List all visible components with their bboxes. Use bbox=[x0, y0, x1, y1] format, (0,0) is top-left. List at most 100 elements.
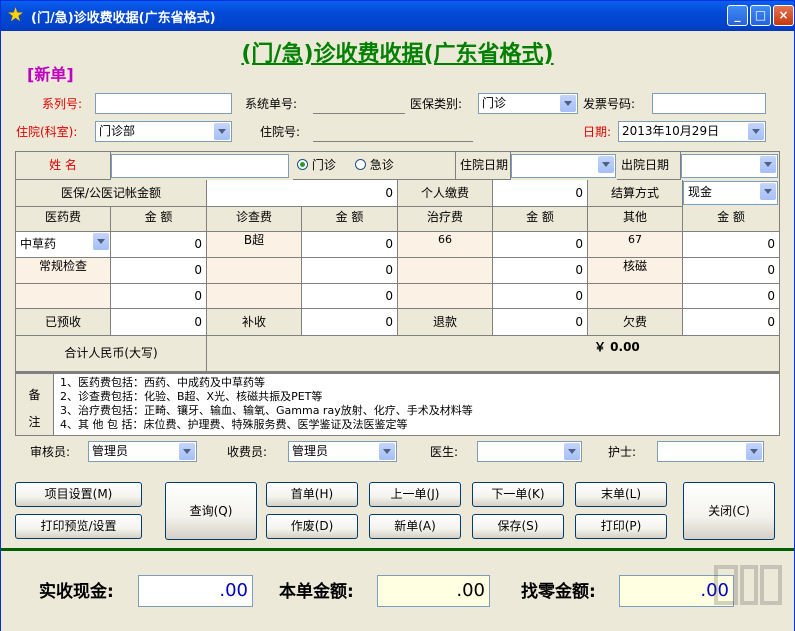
maximize-button[interactable]: □ bbox=[750, 5, 771, 26]
date-picker[interactable]: 2013年10月29日 bbox=[618, 121, 766, 142]
fee-item-cell[interactable] bbox=[16, 284, 111, 309]
chevron-down-icon[interactable] bbox=[564, 443, 580, 460]
amount-label: 本单金额: bbox=[279, 582, 354, 602]
radio-outpatient[interactable] bbox=[297, 159, 308, 170]
col-header-amount: 金 额 bbox=[111, 207, 207, 232]
prepaid-value[interactable]: 0 bbox=[111, 309, 207, 336]
chevron-down-icon[interactable] bbox=[760, 156, 776, 173]
save-button[interactable]: 保存(S) bbox=[472, 514, 564, 539]
chevron-down-icon[interactable] bbox=[214, 123, 230, 140]
fee-item-cell[interactable]: 核磁 bbox=[588, 258, 683, 284]
fee-amount-cell[interactable]: 0 bbox=[302, 284, 398, 309]
chevron-down-icon[interactable] bbox=[746, 443, 762, 460]
fee-amount-cell[interactable]: 0 bbox=[302, 232, 398, 258]
fee-item-cell[interactable]: 67 bbox=[588, 232, 683, 258]
fee-amount-cell[interactable]: 0 bbox=[111, 258, 207, 284]
auditor-value: 管理员 bbox=[92, 444, 129, 458]
fee-item-cell[interactable] bbox=[207, 258, 302, 284]
owed-label: 欠费 bbox=[588, 309, 683, 336]
dept-select[interactable]: 门诊部 bbox=[95, 121, 232, 142]
fee-amount-cell[interactable]: 0 bbox=[683, 258, 780, 284]
cashier-select[interactable]: 管理员 bbox=[288, 441, 397, 462]
cash-label: 实收现金: bbox=[39, 582, 114, 602]
print-button[interactable]: 打印(P) bbox=[575, 514, 667, 539]
void-button[interactable]: 作废(D) bbox=[266, 514, 358, 539]
radio-dot bbox=[300, 162, 305, 167]
print-preview-button[interactable]: 打印预览/设置 bbox=[15, 514, 142, 539]
cash-input[interactable]: .00 bbox=[138, 575, 253, 607]
auditor-label: 审核员: bbox=[30, 445, 71, 459]
chevron-down-icon[interactable] bbox=[598, 156, 614, 173]
col-header-exam: 诊查费 bbox=[207, 207, 302, 232]
star-app-icon: ★ bbox=[7, 4, 25, 26]
fee-amount-cell[interactable]: 0 bbox=[111, 232, 207, 258]
watermark-logo bbox=[714, 563, 784, 623]
note-line: 1、医药费包括：西药、中成药及中草药等 bbox=[60, 376, 265, 389]
new-record-button[interactable]: 新单(A) bbox=[369, 514, 461, 539]
fee-item-cell[interactable]: B超 bbox=[207, 232, 302, 258]
insurance-amount-value[interactable]: 0 bbox=[207, 180, 398, 207]
col-header-other: 其他 bbox=[588, 207, 683, 232]
doctor-select[interactable] bbox=[477, 441, 582, 462]
refund-value[interactable]: 0 bbox=[493, 309, 588, 336]
change-label: 找零金额: bbox=[521, 582, 596, 602]
supplement-value[interactable]: 0 bbox=[302, 309, 398, 336]
name-input[interactable] bbox=[111, 154, 289, 178]
admission-date-select[interactable] bbox=[511, 154, 616, 178]
owed-value[interactable]: 0 bbox=[683, 309, 780, 336]
chevron-down-icon[interactable] bbox=[93, 233, 109, 250]
fee-amount-cell[interactable]: 0 bbox=[493, 258, 588, 284]
system-no-field bbox=[313, 93, 405, 114]
fee-amount-cell[interactable]: 0 bbox=[493, 284, 588, 309]
chevron-down-icon[interactable] bbox=[379, 443, 395, 460]
fee-amount-cell[interactable]: 0 bbox=[683, 232, 780, 258]
first-record-button[interactable]: 首单(H) bbox=[266, 482, 358, 507]
serial-label: 系列号: bbox=[42, 97, 83, 111]
radio-emergency-label: 急诊 bbox=[369, 158, 394, 172]
system-no-label: 系统单号: bbox=[245, 97, 298, 111]
chevron-down-icon[interactable] bbox=[748, 123, 764, 140]
window-title: (门/急)诊收费收据(广东省格式) bbox=[31, 11, 216, 26]
close-window-button[interactable]: × bbox=[773, 5, 794, 26]
fee-grid: 姓 名 门诊 急诊 住院日期 出院日期 医保/公医记帐金额 0 个人缴费 0 结… bbox=[15, 151, 780, 373]
invoice-no-input[interactable] bbox=[652, 93, 766, 114]
notes-label: 备 注 bbox=[16, 374, 54, 435]
chevron-down-icon[interactable] bbox=[179, 443, 195, 460]
fee-item-cell[interactable] bbox=[588, 284, 683, 309]
chevron-down-icon[interactable] bbox=[760, 183, 776, 200]
fee-item-select[interactable]: 中草药 bbox=[16, 232, 111, 258]
discharge-date-select[interactable] bbox=[681, 154, 778, 178]
item-settings-button[interactable]: 项目设置(M) bbox=[15, 482, 142, 507]
fee-item-cell[interactable] bbox=[398, 258, 493, 284]
insurance-type-select[interactable]: 门诊 bbox=[478, 93, 578, 114]
personal-pay-value[interactable]: 0 bbox=[493, 180, 588, 207]
refund-label: 退款 bbox=[398, 309, 493, 336]
fee-item-cell[interactable]: 常规检查 bbox=[16, 258, 111, 284]
radio-emergency[interactable] bbox=[354, 159, 366, 170]
fee-item-cell[interactable]: 66 bbox=[398, 232, 493, 258]
auditor-select[interactable]: 管理员 bbox=[88, 441, 197, 462]
invoice-no-label: 发票号码: bbox=[583, 97, 636, 111]
fee-amount-cell[interactable]: 0 bbox=[111, 284, 207, 309]
note-line: 4、其 他 包 括：床位费、护理费、特殊服务费、医学鉴证及法医鉴定等 bbox=[60, 418, 408, 431]
fee-amount-cell[interactable]: 0 bbox=[493, 232, 588, 258]
download-logo-icon bbox=[714, 565, 782, 605]
next-record-button[interactable]: 下一单(K) bbox=[472, 482, 564, 507]
query-button[interactable]: 查询(Q) bbox=[165, 482, 257, 540]
settle-method-select[interactable]: 现金 bbox=[683, 181, 778, 205]
fee-amount-cell[interactable]: 0 bbox=[683, 284, 780, 309]
last-record-button[interactable]: 末单(L) bbox=[575, 482, 667, 507]
minimize-button[interactable]: _ bbox=[727, 5, 748, 26]
fee-item-cell[interactable] bbox=[398, 284, 493, 309]
serial-input[interactable] bbox=[95, 93, 232, 114]
chevron-down-icon[interactable] bbox=[560, 95, 576, 112]
close-button[interactable]: 关闭(C) bbox=[683, 482, 775, 540]
dept-value: 门诊部 bbox=[99, 124, 136, 138]
note-line: 3、治疗费包括：正畸、镶牙、输血、输氧、Gamma ray放射、化疗、手术及材料… bbox=[60, 404, 473, 417]
cashier-label: 收费员: bbox=[227, 445, 268, 459]
dept-label: 住院(科室): bbox=[16, 125, 78, 139]
fee-amount-cell[interactable]: 0 bbox=[302, 258, 398, 284]
prev-record-button[interactable]: 上一单(J) bbox=[369, 482, 461, 507]
fee-item-cell[interactable] bbox=[207, 284, 302, 309]
nurse-select[interactable] bbox=[657, 441, 764, 462]
